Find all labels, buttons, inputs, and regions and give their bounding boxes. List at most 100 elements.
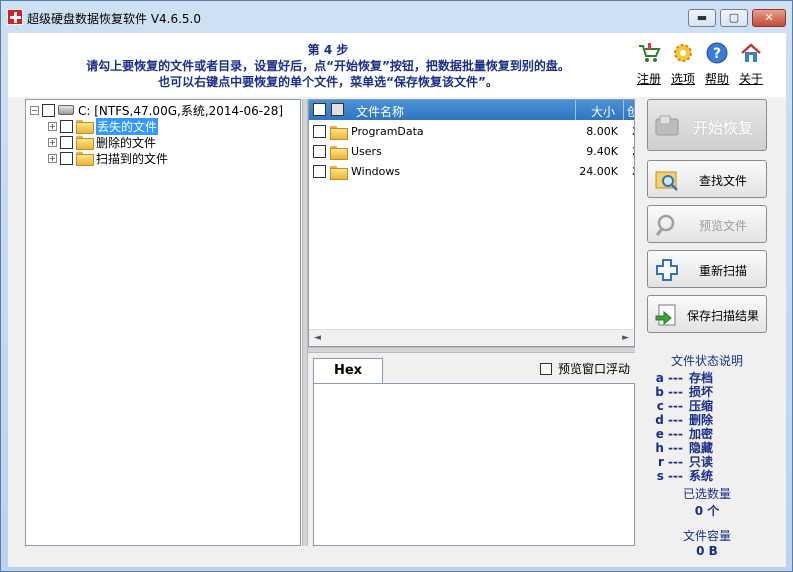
drive-icon xyxy=(58,105,74,115)
plus-icon xyxy=(656,259,678,281)
tree-item-lost[interactable]: + 丢失的文件 xyxy=(48,117,159,135)
tree-item-label: 丢失的文件 xyxy=(96,117,159,135)
save-scan-button[interactable]: 保存扫描结果 xyxy=(647,295,767,333)
legend-key: a --- xyxy=(655,371,683,385)
table-row[interactable]: ProgramData 8.00K 2 xyxy=(309,122,634,142)
about-label: 关于 xyxy=(738,72,763,86)
tab-hex[interactable]: Hex xyxy=(313,358,383,384)
legend-key: h --- xyxy=(655,441,683,455)
table-row[interactable]: Users 9.40K 2 xyxy=(309,142,634,162)
maximize-button[interactable]: ▢ xyxy=(720,9,748,27)
legend-value: 加密 xyxy=(689,427,714,441)
tree-root[interactable]: − C: [NTFS,47.00G,系统,2014-06-28] xyxy=(30,102,283,118)
folder-icon xyxy=(76,120,94,134)
folder-icon xyxy=(76,136,94,150)
file-created: 2 xyxy=(632,145,634,158)
tree-checkbox[interactable] xyxy=(60,135,73,149)
scroll-right-icon[interactable]: ► xyxy=(622,333,629,343)
find-file-button[interactable]: 查找文件 xyxy=(647,160,767,198)
folder-icon xyxy=(76,152,94,166)
legend-key: r --- xyxy=(657,455,683,469)
hex-view[interactable] xyxy=(313,383,635,546)
folder-icon xyxy=(330,126,348,140)
folder-icon xyxy=(330,146,348,160)
tree-item-scanned[interactable]: + 扫描到的文件 xyxy=(48,150,168,166)
column-header-created[interactable]: 创 xyxy=(627,103,634,120)
rescan-button[interactable]: 重新扫描 xyxy=(647,250,767,288)
row-checkbox[interactable] xyxy=(313,145,326,158)
expand-icon[interactable]: + xyxy=(48,137,57,147)
legend-item: d --- 删除 xyxy=(647,413,767,427)
file-created: 2 xyxy=(632,125,634,138)
find-file-label: 查找文件 xyxy=(698,174,747,188)
tree-root-label: C: [NTFS,47.00G,系统,2014-06-28] xyxy=(78,103,284,118)
collapse-icon[interactable]: − xyxy=(30,105,39,115)
tree-checkbox[interactable] xyxy=(42,103,55,117)
magnifier-icon xyxy=(655,214,675,236)
start-recovery-button[interactable]: 开始恢复 xyxy=(647,99,767,151)
file-created: 2 xyxy=(632,165,634,178)
expand-icon[interactable]: + xyxy=(48,121,57,131)
save-icon xyxy=(655,304,676,326)
step-title: 第 4 步 xyxy=(307,43,349,57)
row-checkbox[interactable] xyxy=(313,125,326,138)
app-window: 超级硬盘数据恢复软件 V4.6.5.0 ▬ ▢ ✕ 第 4 步 请勾上要恢复的文… xyxy=(0,0,793,572)
tree-checkbox[interactable] xyxy=(60,119,73,133)
tree-checkbox[interactable] xyxy=(60,151,73,165)
expand-icon[interactable]: + xyxy=(48,153,57,163)
minimize-button[interactable]: ▬ xyxy=(688,9,716,27)
column-header-size[interactable]: 大小 xyxy=(591,103,615,120)
row-checkbox[interactable] xyxy=(313,165,326,178)
file-name: Users xyxy=(351,145,382,158)
gear-icon xyxy=(674,44,692,62)
legend-value: 系统 xyxy=(689,469,714,483)
options-button[interactable]: 选项 xyxy=(668,41,698,87)
app-icon xyxy=(7,9,23,25)
help-icon: ? xyxy=(706,42,728,64)
scroll-left-icon[interactable]: ◄ xyxy=(314,333,321,343)
title-bar[interactable]: 超级硬盘数据恢复软件 V4.6.5.0 ▬ ▢ ✕ xyxy=(1,1,792,33)
register-button[interactable]: 注册 xyxy=(634,41,664,87)
float-preview-checkbox[interactable] xyxy=(540,362,552,375)
help-button[interactable]: ? 帮助 xyxy=(702,41,732,87)
select-all-checkbox[interactable] xyxy=(313,103,326,116)
tree-item-label: 删除的文件 xyxy=(96,135,157,150)
float-preview-option[interactable]: 预览窗口浮动 xyxy=(540,360,630,377)
legend-value: 存档 xyxy=(689,371,714,385)
legend-item: h --- 隐藏 xyxy=(647,441,767,455)
instruction-line-2: 也可以右键点中要恢复的单个文件，菜单选“保存恢复该文件”。 xyxy=(158,75,498,89)
legend-value: 隐藏 xyxy=(689,441,714,455)
folder-icon xyxy=(330,166,348,180)
folder-search-icon xyxy=(655,171,678,191)
legend-key: c --- xyxy=(656,399,683,413)
legend-value: 压缩 xyxy=(689,399,714,413)
preview-file-button[interactable]: 预览文件 xyxy=(647,205,767,243)
legend-key: d --- xyxy=(655,413,683,427)
about-button[interactable]: 关于 xyxy=(736,41,766,87)
cart-icon xyxy=(639,43,661,62)
window-title: 超级硬盘数据恢复软件 V4.6.5.0 xyxy=(27,12,202,26)
column-icon xyxy=(331,103,344,116)
file-list-header: 文件名称 大小 创 xyxy=(309,100,634,120)
file-list[interactable]: 文件名称 大小 创 ProgramData 8.00K 2 Users 9.40… xyxy=(308,99,635,347)
start-recovery-label: 开始恢复 xyxy=(692,119,753,137)
legend-key: s --- xyxy=(656,469,683,483)
folder-tree[interactable]: − C: [NTFS,47.00G,系统,2014-06-28] + 丢失的文件… xyxy=(25,99,301,546)
close-button[interactable]: ✕ xyxy=(752,9,786,27)
column-header-name[interactable]: 文件名称 xyxy=(356,103,404,120)
legend-item: c --- 压缩 xyxy=(647,399,767,413)
client-area: 第 4 步 请勾上要恢复的文件或者目录，设置好后，点“开始恢复”按钮，把数据批量… xyxy=(8,33,786,567)
legend-value: 损坏 xyxy=(689,385,714,399)
legend-item: a --- 存档 xyxy=(647,371,767,385)
file-name: ProgramData xyxy=(351,125,424,138)
tree-item-label: 扫描到的文件 xyxy=(96,151,169,166)
file-size: 9.40K xyxy=(586,145,618,158)
column-separator xyxy=(623,100,624,120)
tree-item-deleted[interactable]: + 删除的文件 xyxy=(48,134,156,150)
horizontal-scrollbar[interactable]: ◄ ► xyxy=(309,329,634,346)
options-label: 选项 xyxy=(670,72,695,86)
legend-key: b --- xyxy=(655,385,683,399)
table-row[interactable]: Windows 24.00K 2 xyxy=(309,162,634,182)
header-panel: 第 4 步 请勾上要恢复的文件或者目录，设置好后，点“开始恢复”按钮，把数据批量… xyxy=(8,33,786,97)
capacity-value: 0 B xyxy=(696,544,718,558)
